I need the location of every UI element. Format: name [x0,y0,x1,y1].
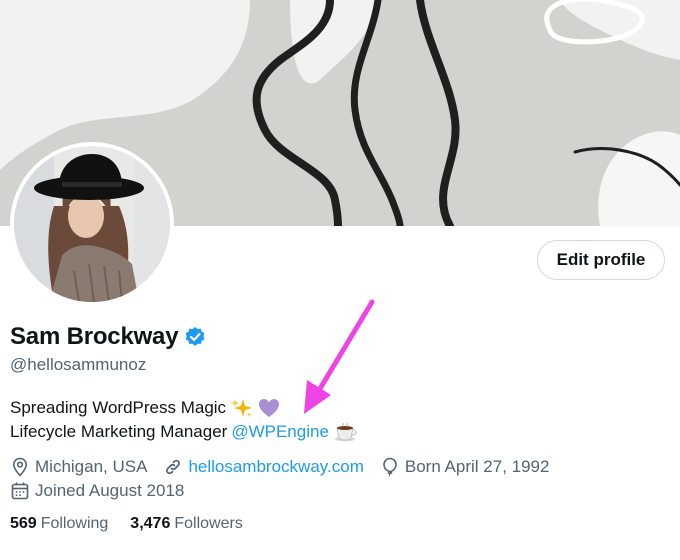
avatar[interactable] [10,142,174,306]
location-item: Michigan, USA [10,457,147,477]
bio-text-1: Spreading WordPress Magic [10,398,227,417]
coffee-emoji [334,422,358,442]
meta-row-1: Michigan, USA hellosambrockway.com Born … [10,455,565,479]
edit-profile-button[interactable]: Edit profile [537,240,665,280]
bio-line-1: Spreading WordPress Magic [10,396,358,420]
purple-heart-emoji [258,398,280,418]
avatar-photo [14,146,170,302]
following-count: 569 [10,515,37,532]
followers-count: 3,476 [130,515,171,532]
balloon-icon [383,457,397,477]
wpengine-mention-link[interactable]: @WPEngine [231,420,329,444]
profile-page: Edit profile Sam Brockway @hellosammunoz… [0,0,680,560]
profile-bio: Spreading WordPress Magic Lifecycle Mark… [10,396,358,444]
location-text: Michigan, USA [35,457,148,476]
meta-row-2: Joined August 2018 [10,479,565,503]
bio-text-2: Lifecycle Marketing Manager [10,422,228,441]
calendar-icon [11,482,29,500]
birthday-item: Born April 27, 1992 [380,457,550,477]
bio-line-2: Lifecycle Marketing Manager @WPEngine [10,420,358,444]
birthday-text: Born April 27, 1992 [404,457,550,476]
followers-label: Followers [174,515,243,532]
profile-meta: Michigan, USA hellosambrockway.com Born … [10,455,565,503]
joined-item: Joined August 2018 [10,481,184,501]
profile-name-row: Sam Brockway [10,322,206,352]
sparkles-emoji [231,398,253,418]
followers-link[interactable]: 3,476 Followers [130,515,243,533]
website-link[interactable]: hellosambrockway.com [188,457,363,477]
location-pin-icon [12,457,28,477]
link-icon [166,459,181,475]
profile-handle: @hellosammunoz [10,355,147,374]
following-link[interactable]: 569 Following [10,515,108,533]
website-item[interactable]: hellosambrockway.com [163,457,364,477]
display-name: Sam Brockway [10,323,179,350]
following-label: Following [40,515,109,532]
follow-stats: 569 Following 3,476 Followers [10,515,265,533]
verified-badge-icon[interactable] [184,326,206,348]
joined-text: Joined August 2018 [35,481,185,500]
